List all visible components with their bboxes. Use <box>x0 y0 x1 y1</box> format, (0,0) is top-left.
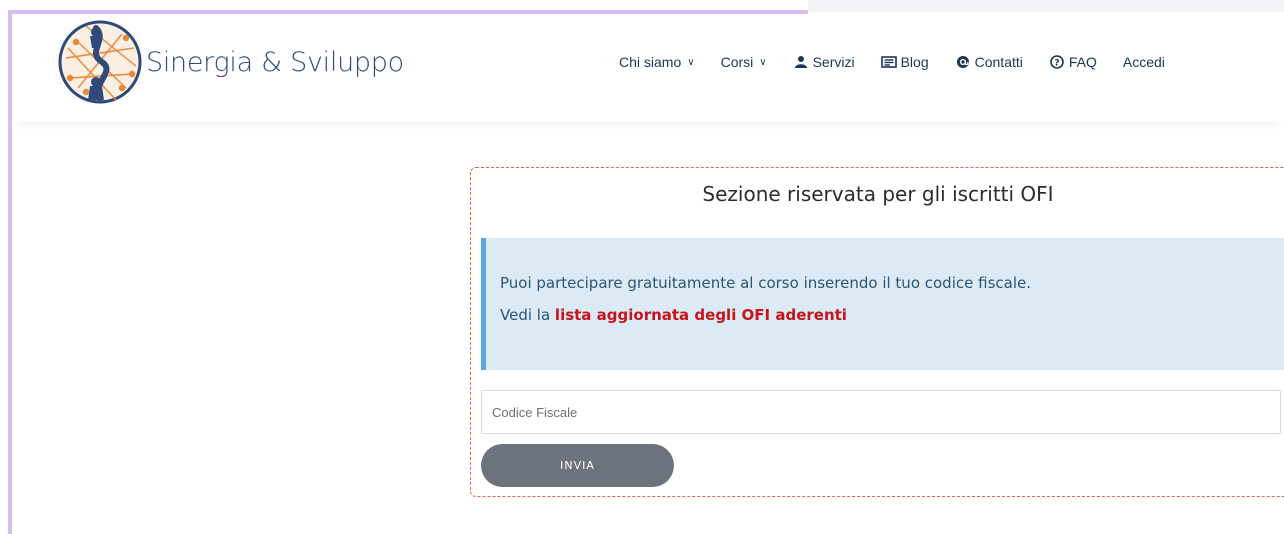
nav-item-label: Accedi <box>1122 54 1165 70</box>
nav-item-label: Servizi <box>812 54 855 70</box>
window-border-top-right <box>808 0 1284 12</box>
nav-item-label: FAQ <box>1068 54 1097 70</box>
nav-item-contatti[interactable]: Contatti <box>955 54 1023 70</box>
nav-item-label: Blog <box>900 54 929 70</box>
main-nav: Chi siamo ∨ Corsi ∨ Servizi Blog Contatt… <box>619 54 1191 70</box>
nav-item-servizi[interactable]: Servizi <box>793 54 855 70</box>
nav-item-label: Chi siamo <box>619 54 682 70</box>
ofi-list-link[interactable]: lista aggiornata degli OFI aderenti <box>555 306 847 324</box>
site-header: Sinergia & Sviluppo Chi siamo ∨ Corsi ∨ … <box>12 14 1284 122</box>
panel-title: Sezione riservata per gli iscritti OFI <box>702 182 1054 206</box>
nav-item-blog[interactable]: Blog <box>880 54 929 70</box>
newspaper-icon <box>880 55 897 69</box>
submit-button[interactable]: INVIA <box>481 444 674 487</box>
nav-item-label: Contatti <box>974 54 1023 70</box>
nav-item-accedi[interactable]: Accedi <box>1123 54 1165 70</box>
nav-item-label: Corsi <box>720 54 754 70</box>
question-circle-icon: ? <box>1049 55 1065 69</box>
alert-link-prefix: Vedi la <box>500 306 555 324</box>
at-sign-icon <box>955 55 971 69</box>
browser-window: Sinergia & Sviluppo Chi siamo ∨ Corsi ∨ … <box>0 0 1284 534</box>
logo-emblem-icon <box>58 20 142 104</box>
chevron-down-icon: ∨ <box>687 56 695 68</box>
ofi-panel: Sezione riservata per gli iscritti OFI P… <box>470 167 1284 497</box>
alert-link-line: Vedi la lista aggiornata degli OFI adere… <box>500 306 847 324</box>
svg-text:?: ? <box>1054 58 1059 68</box>
logo-text: Sinergia & Sviluppo <box>146 46 404 78</box>
info-alert: Puoi partecipare gratuitamente al corso … <box>481 238 1284 370</box>
user-service-icon <box>793 55 809 69</box>
chevron-down-icon: ∨ <box>759 56 767 68</box>
alert-text: Puoi partecipare gratuitamente al corso … <box>500 274 1031 292</box>
codice-fiscale-input[interactable] <box>481 390 1281 434</box>
site-logo[interactable]: Sinergia & Sviluppo <box>56 18 404 106</box>
nav-item-faq[interactable]: ? FAQ <box>1049 54 1097 70</box>
nav-item-chi-siamo[interactable]: Chi siamo ∨ <box>619 54 695 70</box>
nav-item-corsi[interactable]: Corsi ∨ <box>721 54 767 70</box>
